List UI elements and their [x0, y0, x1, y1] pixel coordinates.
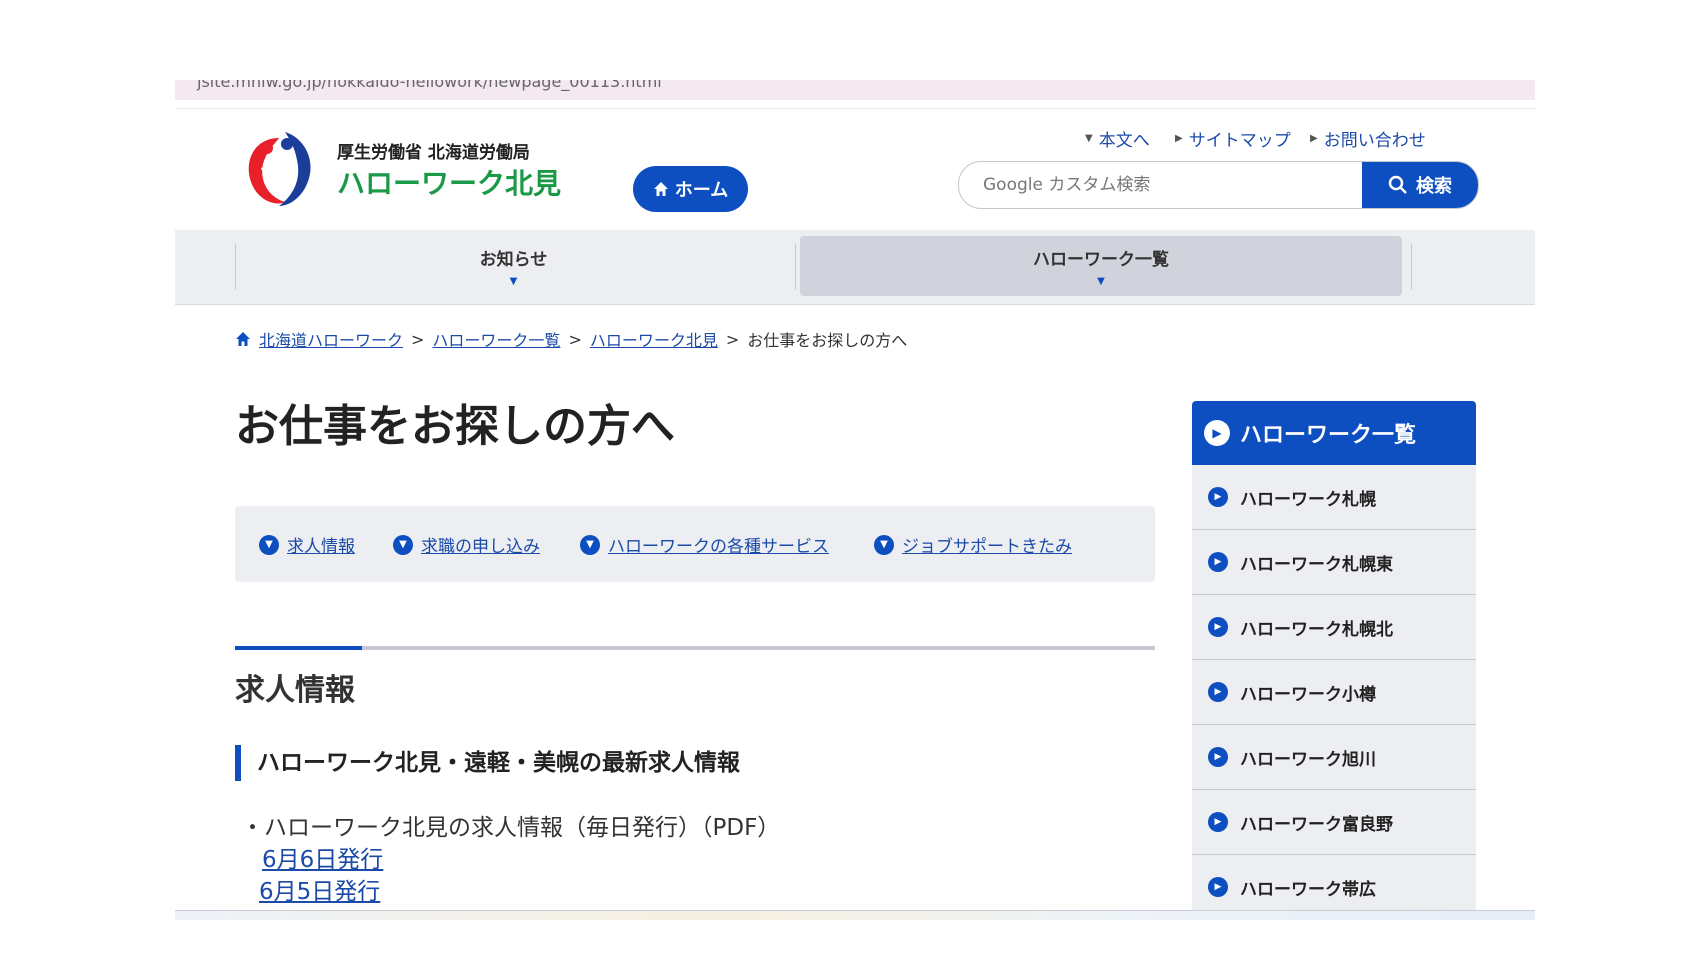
breadcrumb-current: お仕事をお探しの方へ — [747, 331, 908, 350]
url-text: jsite.mhlw.go.jp/hokkaido-hellowork/newp… — [197, 80, 662, 91]
sidebar: ▶ ハローワーク一覧 ▶ ハローワーク札幌 ▶ ハローワーク札幌東 ▶ ハローワ… — [1192, 401, 1476, 920]
nav-item-label: お知らせ — [479, 250, 548, 270]
triangle-right-icon: ▶ — [1175, 133, 1183, 144]
nav-item-hellowork-list[interactable]: ハローワーク一覧 ▼ — [800, 236, 1402, 296]
mhlw-logo-icon[interactable] — [241, 124, 317, 208]
breadcrumb-separator: > — [725, 329, 740, 349]
bullet-text: ・ハローワーク北見の求人情報（毎日発行）（PDF） — [241, 815, 781, 841]
nav-item-news[interactable]: お知らせ ▼ — [236, 236, 791, 296]
sidebar-item-sapporo[interactable]: ▶ ハローワーク札幌 — [1192, 465, 1476, 530]
sidebar-item-label: ハローワーク小樽 — [1240, 684, 1376, 705]
nav-divider — [1411, 244, 1412, 290]
sidebar-item-sapporo-kita[interactable]: ▶ ハローワーク札幌北 — [1192, 595, 1476, 660]
home-label: ホーム — [674, 180, 729, 201]
search-button-label: 検索 — [1416, 176, 1452, 197]
address-bar[interactable]: jsite.mhlw.go.jp/hokkaido-hellowork/newp… — [175, 80, 1535, 100]
chevron-right-circle-icon: ▶ — [1208, 617, 1228, 637]
chevron-right-circle-icon: ▶ — [1208, 812, 1228, 832]
section-rule — [235, 646, 1155, 650]
chevron-down-circle-icon: ▼ — [580, 534, 600, 555]
pdf-link[interactable]: 6月6日発行 — [262, 840, 383, 874]
chevron-right-circle-icon: ▶ — [1208, 682, 1228, 702]
chevron-right-circle-icon: ▶ — [1208, 487, 1228, 507]
page-title: お仕事をお探しの方へ — [235, 401, 675, 452]
ministry-name: 厚生労働省 北海道労働局 — [337, 143, 530, 163]
anchor-link-job-support[interactable]: ▼ ジョブサポートきたみ — [874, 532, 1072, 557]
sidebar-item-label: ハローワーク札幌北 — [1240, 619, 1393, 640]
sidebar-item-furano[interactable]: ▶ ハローワーク富良野 — [1192, 790, 1476, 855]
sidebar-title: ▶ ハローワーク一覧 — [1192, 401, 1476, 465]
office-name[interactable]: ハローワーク北見 — [337, 162, 561, 202]
sidebar-item-label: ハローワーク帯広 — [1240, 879, 1376, 900]
util-link-main-content[interactable]: ▼ 本文へ — [1085, 126, 1150, 151]
sidebar-item-label: ハローワーク札幌 — [1240, 489, 1376, 510]
chevron-right-circle-icon: ▶ — [1208, 877, 1228, 897]
pdf-link[interactable]: 6月5日発行 — [259, 872, 380, 906]
sidebar-item-label: ハローワーク富良野 — [1240, 814, 1393, 835]
section-title: 求人情報 — [235, 673, 355, 708]
anchor-link-label: ジョブサポートきたみ — [902, 537, 1072, 557]
breadcrumb-link[interactable]: ハローワーク一覧 — [432, 327, 560, 351]
header-divider — [175, 108, 1535, 109]
subsection-title: ハローワーク北見・遠軽・美幌の最新求人情報 — [235, 745, 740, 781]
triangle-down-icon: ▼ — [1085, 133, 1093, 144]
util-link-label: 本文へ — [1098, 131, 1150, 151]
chevron-right-circle-icon: ▶ — [1208, 552, 1228, 572]
sidebar-item-sapporo-higashi[interactable]: ▶ ハローワーク札幌東 — [1192, 530, 1476, 595]
sidebar-item-asahikawa[interactable]: ▶ ハローワーク旭川 — [1192, 725, 1476, 790]
chevron-down-circle-icon: ▼ — [393, 534, 413, 555]
breadcrumb: 北海道ハローワーク > ハローワーク一覧 > ハローワーク北見 > お仕事をお探… — [235, 327, 907, 351]
nav-item-label: ハローワーク一覧 — [1033, 250, 1169, 270]
anchor-link-label: 求人情報 — [287, 537, 355, 557]
anchor-link-label: ハローワークの各種サービス — [608, 537, 829, 557]
util-link-sitemap[interactable]: ▶ サイトマップ — [1175, 126, 1291, 151]
anchor-links-panel: ▼ 求人情報 ▼ 求職の申し込み ▼ ハローワークの各種サービス ▼ ジョブサポ… — [235, 506, 1155, 582]
browser-viewport: jsite.mhlw.go.jp/hokkaido-hellowork/newp… — [175, 80, 1535, 920]
breadcrumb-link[interactable]: ハローワーク北見 — [590, 327, 718, 351]
util-link-label: サイトマップ — [1188, 131, 1291, 151]
breadcrumb-separator: > — [568, 329, 582, 349]
home-button[interactable]: ホーム — [633, 166, 748, 212]
sidebar-title-label: ハローワーク一覧 — [1240, 423, 1417, 448]
global-nav: お知らせ ▼ ハローワーク一覧 ▼ — [175, 230, 1535, 305]
caret-down-icon: ▼ — [509, 276, 518, 287]
search-input[interactable] — [959, 162, 1383, 208]
anchor-link-job-offers[interactable]: ▼ 求人情報 — [259, 532, 355, 557]
chevron-down-circle-icon: ▼ — [874, 534, 894, 555]
anchor-link-label: 求職の申し込み — [421, 537, 540, 557]
util-link-label: お問い合わせ — [1323, 131, 1426, 151]
nav-divider — [795, 244, 796, 290]
breadcrumb-link[interactable]: 北海道ハローワーク — [259, 327, 403, 351]
chevron-right-circle-icon: ▶ — [1204, 420, 1230, 446]
taskbar-edge — [175, 910, 1535, 920]
chevron-right-circle-icon: ▶ — [1208, 747, 1228, 767]
search-box: 検索 — [958, 161, 1479, 209]
sidebar-item-label: ハローワーク旭川 — [1240, 749, 1376, 770]
home-icon — [653, 182, 668, 196]
sidebar-item-otaru[interactable]: ▶ ハローワーク小樽 — [1192, 660, 1476, 725]
triangle-right-icon: ▶ — [1310, 133, 1318, 144]
util-link-contact[interactable]: ▶ お問い合わせ — [1310, 126, 1426, 151]
home-icon — [236, 332, 250, 346]
caret-down-icon: ▼ — [1097, 276, 1105, 287]
search-icon — [1388, 175, 1407, 194]
section-rule-accent — [235, 646, 362, 650]
anchor-link-registration[interactable]: ▼ 求職の申し込み — [393, 532, 540, 557]
search-button[interactable]: 検索 — [1362, 162, 1478, 208]
anchor-link-services[interactable]: ▼ ハローワークの各種サービス — [580, 532, 829, 557]
chevron-down-circle-icon: ▼ — [259, 534, 279, 555]
breadcrumb-separator: > — [411, 329, 425, 349]
sidebar-item-label: ハローワーク札幌東 — [1240, 554, 1393, 575]
